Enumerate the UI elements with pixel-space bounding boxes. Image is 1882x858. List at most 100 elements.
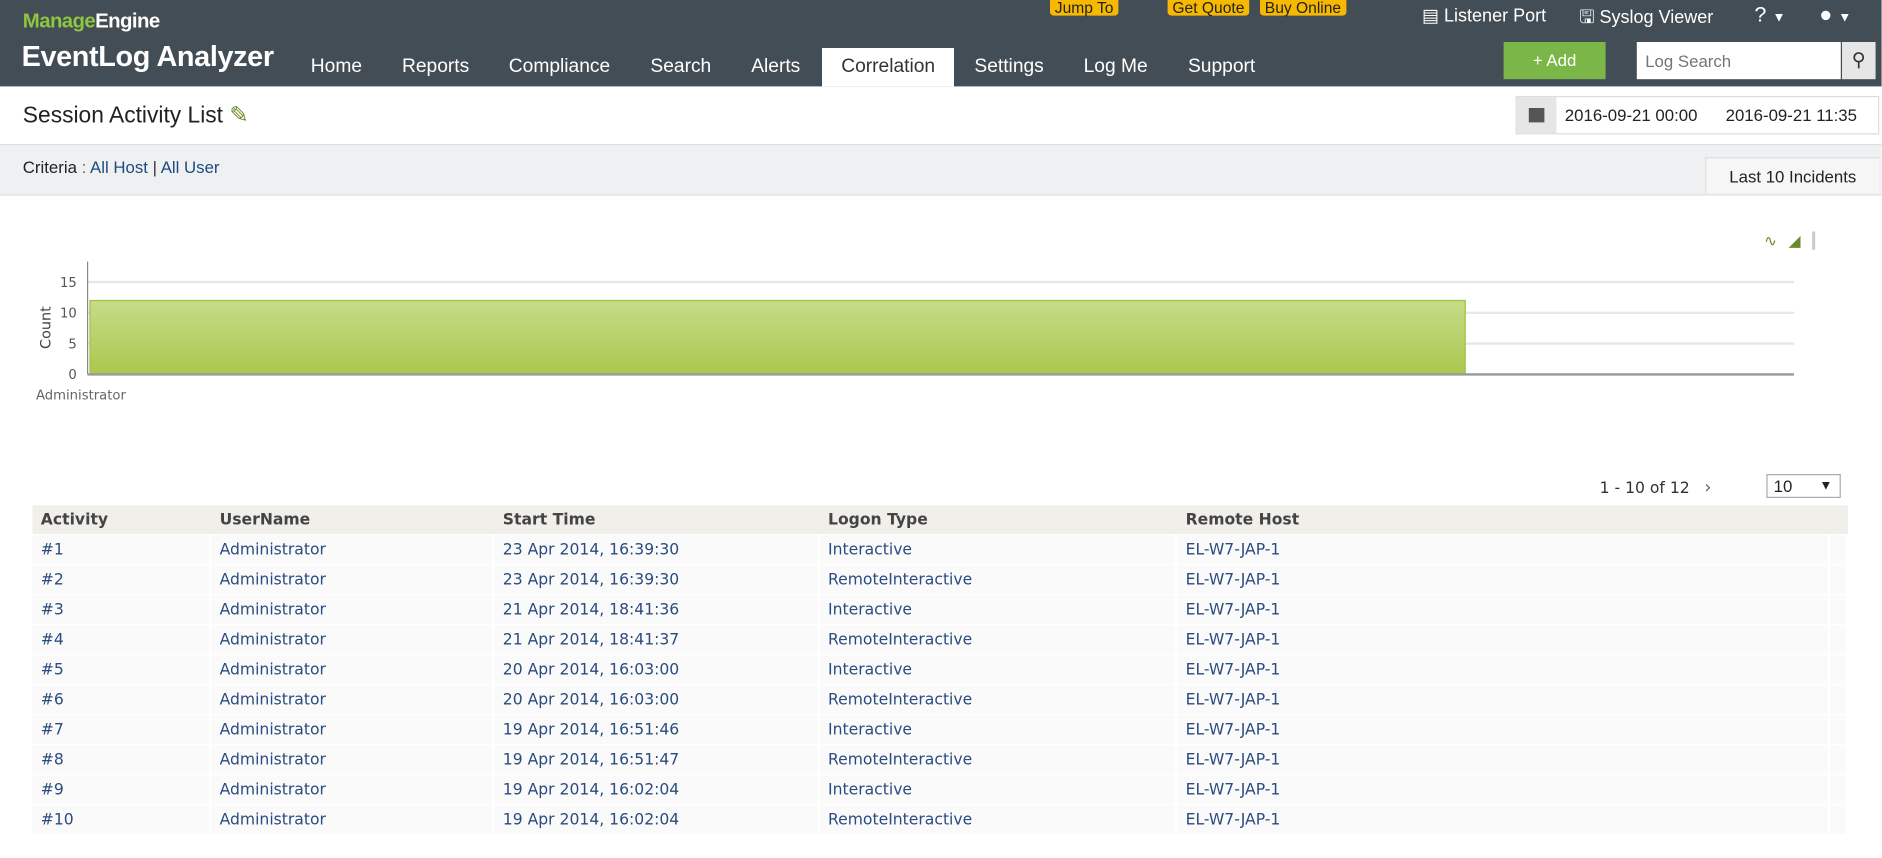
criteria-bar: Criteria : All Host | All User — [0, 144, 1882, 196]
date-range-picker[interactable]: 2016-09-21 00:00 2016-09-21 11:35 — [1515, 96, 1880, 135]
cell-activity[interactable]: #2 — [32, 565, 212, 594]
add-button[interactable]: + Add — [1503, 42, 1606, 80]
cell-start-time: 21 Apr 2014, 18:41:36 — [494, 595, 820, 624]
nav-correlation[interactable]: Correlation — [822, 48, 955, 87]
edit-icon[interactable]: ✎ — [229, 103, 248, 128]
y-tick-label: 15 — [60, 276, 77, 291]
nav-search[interactable]: Search — [631, 48, 730, 86]
column-header[interactable]: Activity — [32, 505, 212, 534]
search-button[interactable]: ⚲ — [1842, 42, 1876, 80]
cell-extra — [1830, 535, 1849, 564]
cell-extra — [1830, 565, 1849, 594]
table-row[interactable]: #10 Administrator 19 Apr 2014, 16:02:04 Rem… — [32, 805, 1849, 835]
nav-log-me[interactable]: Log Me — [1064, 48, 1166, 86]
jump-to-button[interactable]: Jump To — [1050, 0, 1119, 16]
product-name: EventLog Analyzer — [21, 40, 274, 74]
cell-start-time: 19 Apr 2014, 16:51:47 — [494, 745, 820, 775]
cell-start-time: 21 Apr 2014, 18:41:37 — [494, 625, 820, 654]
next-page-icon[interactable]: › — [1704, 476, 1711, 498]
cell-extra — [1830, 685, 1849, 714]
chevron-down-icon: ▼ — [1772, 10, 1786, 26]
session-table: Activity UserName Start Time Logon Type Remo… — [32, 504, 1849, 835]
syslog-viewer-link[interactable]: 🖫 Syslog Viewer — [1579, 5, 1713, 35]
bar-administrator — [89, 299, 1466, 376]
user-menu[interactable]: ● ▼ — [1819, 2, 1851, 27]
cell-remote-host: EL-W7-JAP-1 — [1177, 535, 1831, 564]
calendar-icon[interactable] — [1516, 97, 1557, 134]
manageengine-logo: ManageEngine — [22, 9, 160, 33]
table-row[interactable]: #7 Administrator 19 Apr 2014, 16:51:46 Inte… — [32, 715, 1849, 744]
cell-activity[interactable]: #9 — [32, 775, 212, 805]
column-header[interactable]: UserName — [211, 505, 495, 534]
last-incidents-tab[interactable]: Last 10 Incidents — [1705, 157, 1880, 194]
cell-username: Administrator — [211, 805, 495, 835]
page-size-select[interactable]: 10 ▼ — [1766, 474, 1841, 499]
nav-support[interactable]: Support — [1169, 48, 1275, 86]
cell-logon-type: RemoteInteractive — [819, 685, 1178, 714]
cell-remote-host: EL-W7-JAP-1 — [1177, 685, 1831, 714]
cell-activity[interactable]: #7 — [32, 715, 212, 744]
y-tick-label: 0 — [68, 368, 76, 383]
cell-username: Administrator — [211, 745, 495, 775]
cell-logon-type: Interactive — [819, 535, 1178, 564]
table-row[interactable]: #6 Administrator 20 Apr 2014, 16:03:00 Remo… — [32, 685, 1849, 714]
table-row[interactable]: #3 Administrator 21 Apr 2014, 18:41:36 Inte… — [32, 595, 1849, 624]
nav-home[interactable]: Home — [292, 48, 382, 86]
server-icon: ▤ — [1422, 6, 1440, 27]
criteria-all-host[interactable]: All Host — [90, 157, 148, 176]
table-row[interactable]: #2 Administrator 23 Apr 2014, 16:39:30 Remo… — [32, 565, 1849, 594]
nav-settings[interactable]: Settings — [955, 48, 1063, 86]
table-row[interactable]: #4 Administrator 21 Apr 2014, 18:41:37 Remo… — [32, 625, 1849, 654]
y-tick-label: 5 — [68, 337, 76, 352]
monitor-icon: 🖫 — [1579, 7, 1595, 28]
help-menu[interactable]: ? ▼ — [1754, 2, 1785, 27]
table-row[interactable]: #1 Administrator 23 Apr 2014, 16:39:30 Inte… — [32, 535, 1849, 564]
cell-start-time: 23 Apr 2014, 16:39:30 — [494, 535, 820, 564]
cell-remote-host: EL-W7-JAP-1 — [1177, 595, 1831, 624]
cell-remote-host: EL-W7-JAP-1 — [1177, 805, 1831, 835]
top-header: ManageEngine EventLog Analyzer Home Repor… — [0, 0, 1882, 87]
cell-activity[interactable]: #4 — [32, 625, 212, 654]
cell-start-time: 19 Apr 2014, 16:02:04 — [494, 805, 820, 835]
nav-alerts[interactable]: Alerts — [732, 48, 819, 86]
cell-extra — [1830, 745, 1849, 775]
table-row[interactable]: #8 Administrator 19 Apr 2014, 16:51:47 Remo… — [32, 745, 1849, 775]
log-search-input[interactable] — [1636, 42, 1841, 80]
cell-activity[interactable]: #6 — [32, 685, 212, 714]
table-row[interactable]: #9 Administrator 19 Apr 2014, 16:02:04 Inte… — [32, 775, 1849, 805]
get-quote-button[interactable]: Get Quote — [1167, 0, 1250, 16]
cell-activity[interactable]: #8 — [32, 745, 212, 775]
y-axis-label: Count — [38, 306, 54, 349]
cell-username: Administrator — [211, 565, 495, 594]
cell-logon-type: RemoteInteractive — [819, 625, 1178, 654]
cell-activity[interactable]: #3 — [32, 595, 212, 624]
nav-compliance[interactable]: Compliance — [490, 48, 630, 86]
cell-extra — [1830, 625, 1849, 654]
cell-remote-host: EL-W7-JAP-1 — [1177, 745, 1831, 775]
y-tick-label: 10 — [60, 307, 77, 322]
session-count-chart: 0 5 10 15 Administrator Count — [36, 261, 1795, 404]
chevron-down-icon: ▼ — [1819, 478, 1833, 494]
cell-activity[interactable]: #5 — [32, 655, 212, 684]
column-header[interactable]: Start Time — [494, 505, 820, 534]
cell-logon-type: Interactive — [819, 655, 1178, 684]
cell-username: Administrator — [211, 775, 495, 805]
nav-reports[interactable]: Reports — [383, 48, 489, 86]
table-row[interactable]: #5 Administrator 20 Apr 2014, 16:03:00 Inte… — [32, 655, 1849, 684]
x-tick-label: Administrator — [36, 389, 126, 404]
cell-remote-host: EL-W7-JAP-1 — [1177, 565, 1831, 594]
page-title: Session Activity List ✎ — [22, 103, 249, 129]
criteria-all-user[interactable]: All User — [161, 157, 220, 176]
cell-activity[interactable]: #10 — [32, 805, 212, 835]
cell-remote-host: EL-W7-JAP-1 — [1177, 625, 1831, 654]
cell-username: Administrator — [211, 655, 495, 684]
cell-username: Administrator — [211, 715, 495, 744]
listener-port-link[interactable]: ▤ Listener Port — [1422, 5, 1546, 27]
cell-activity[interactable]: #1 — [32, 535, 212, 564]
cell-start-time: 20 Apr 2014, 16:03:00 — [494, 655, 820, 684]
column-header[interactable]: Logon Type — [819, 505, 1178, 534]
buy-online-button[interactable]: Buy Online — [1260, 0, 1346, 16]
chevron-down-icon: ▼ — [1838, 10, 1852, 26]
cell-logon-type: Interactive — [819, 595, 1178, 624]
column-header[interactable]: Remote Host — [1177, 505, 1831, 534]
